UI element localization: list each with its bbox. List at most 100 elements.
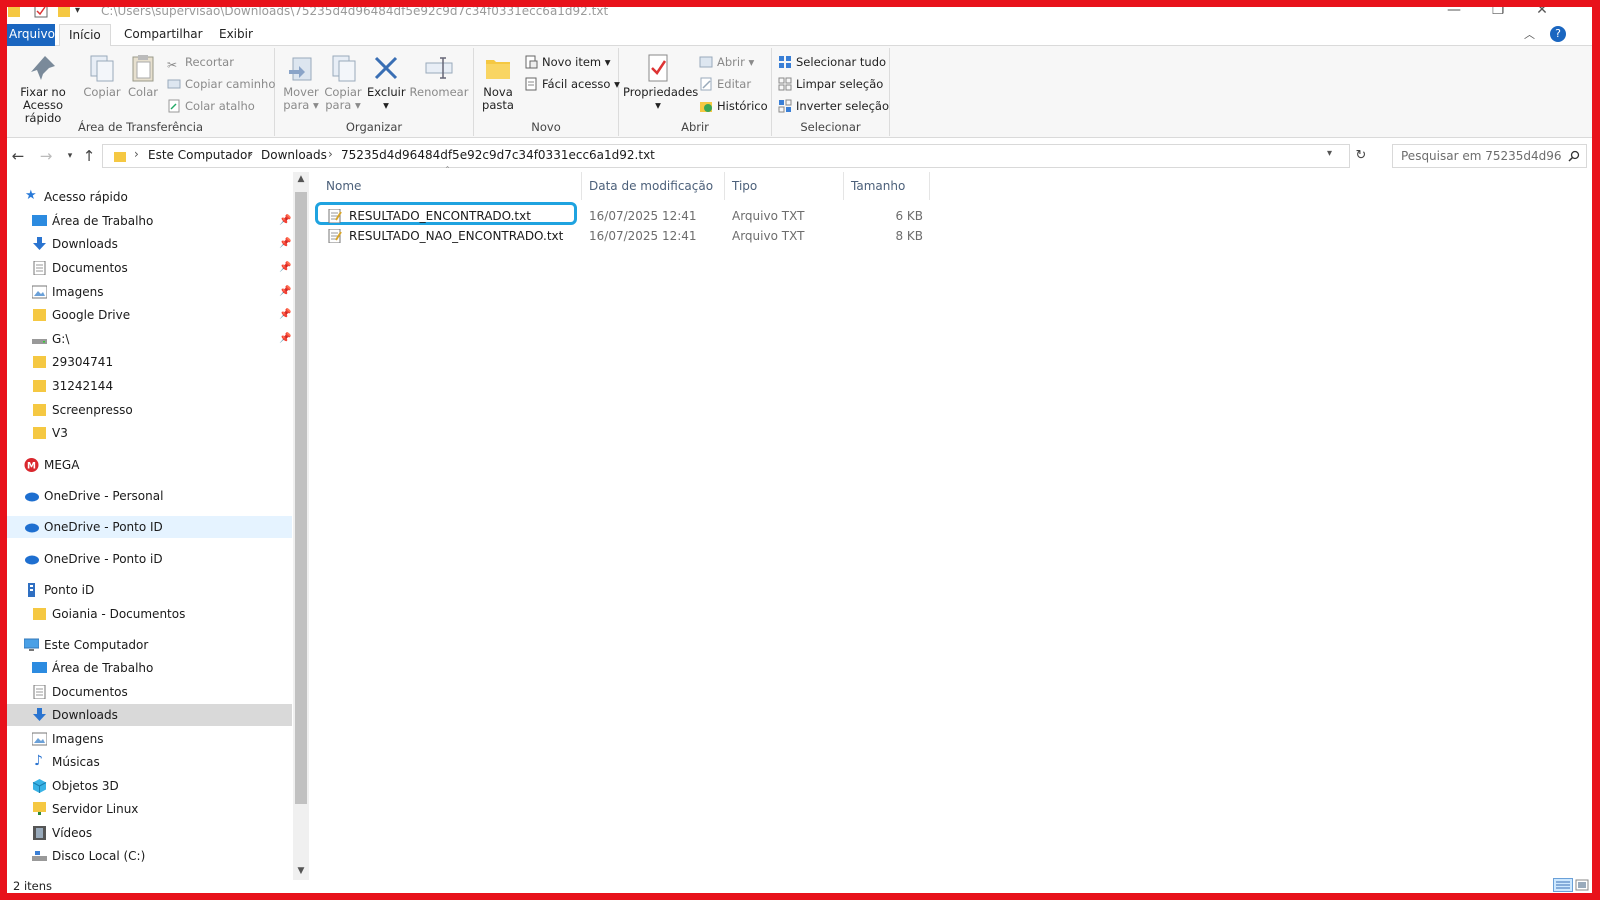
collapse-ribbon-icon[interactable]: ︿ xyxy=(1524,26,1535,42)
nav-item-goiania-documentos[interactable]: Goiania - Documentos xyxy=(7,603,292,625)
copy-path-button[interactable]: Copiar caminho xyxy=(167,74,275,94)
new-folder-icon[interactable] xyxy=(57,4,71,18)
pin-icon[interactable]: 📌 xyxy=(279,233,291,255)
ribbon: Fixar no Acesso rápido Copiar Colar ✂ Rec… xyxy=(7,46,1592,138)
search-input[interactable]: Pesquisar em 75235d4d9648... xyxy=(1392,144,1587,168)
breadcrumb-separator[interactable]: › xyxy=(328,147,333,161)
nav-item-drive-g[interactable]: G:\ 📌 xyxy=(7,328,292,350)
nav-item-screenpresso[interactable]: Screenpresso xyxy=(7,399,292,421)
tab-compartilhar[interactable]: Compartilhar xyxy=(115,24,212,46)
copy-button[interactable]: Copiar xyxy=(83,52,121,99)
pin-icon[interactable]: 📌 xyxy=(279,328,291,350)
nav-item-videos[interactable]: Vídeos xyxy=(7,822,292,844)
history-button[interactable]: Histórico xyxy=(699,96,768,116)
file-list: ˆ Nome Data de modificação Tipo Tamanho … xyxy=(315,166,1590,872)
nav-item-onedrive-personal[interactable]: OneDrive - Personal xyxy=(7,485,292,507)
breadcrumb-downloads[interactable]: Downloads xyxy=(261,148,327,162)
new-folder-button[interactable]: Nova pasta xyxy=(478,52,518,112)
nav-item-mega[interactable]: M MEGA xyxy=(7,454,292,476)
maximize-button[interactable]: ❐ xyxy=(1483,2,1513,20)
breadcrumb-file[interactable]: 75235d4d96484df5e92c9d7c34f0331ecc6a1d92… xyxy=(341,148,655,162)
close-button[interactable]: ✕ xyxy=(1527,2,1557,20)
copy-to-button[interactable]: Copiar para ▾ xyxy=(323,52,363,112)
table-row[interactable]: RESULTADO_NAO_ENCONTRADO.txt 16/07/2025 … xyxy=(320,226,923,246)
nav-item-onedrive-ponto-id[interactable]: OneDrive - Ponto ID xyxy=(7,516,292,538)
paste-shortcut-button[interactable]: Colar atalho xyxy=(167,96,255,116)
pin-icon[interactable]: 📌 xyxy=(279,210,291,232)
nav-item-este-computador[interactable]: Este Computador xyxy=(7,634,292,656)
new-folder-label-2: pasta xyxy=(482,98,514,112)
scrollbar-thumb[interactable] xyxy=(295,192,307,804)
file-name[interactable]: RESULTADO_ENCONTRADO.txt xyxy=(349,206,531,226)
column-header-type[interactable]: Tipo xyxy=(726,172,844,200)
scroll-up-icon[interactable]: ▲ xyxy=(293,174,309,184)
open-button[interactable]: Abrir ▾ xyxy=(699,52,754,72)
nav-item-acesso-rapido[interactable]: ★ Acesso rápido xyxy=(7,186,292,208)
address-dropdown-icon[interactable]: ▾ xyxy=(1327,148,1332,159)
large-icons-view-icon[interactable] xyxy=(1575,878,1589,892)
address-bar[interactable]: › Este Computador › Downloads › 75235d4d… xyxy=(102,144,1350,168)
tab-arquivo[interactable]: Arquivo xyxy=(7,24,55,46)
pin-icon[interactable]: 📌 xyxy=(279,257,291,279)
breadcrumb-este-computador[interactable]: Este Computador xyxy=(148,148,252,162)
pin-icon[interactable]: 📌 xyxy=(279,304,291,326)
nav-item-ponto-id[interactable]: Ponto iD xyxy=(7,579,292,601)
column-header-size[interactable]: Tamanho xyxy=(845,172,930,200)
nav-item-imagens[interactable]: Imagens 📌 xyxy=(7,281,292,303)
delete-button[interactable]: Excluir ▾ xyxy=(367,52,406,112)
cut-button[interactable]: ✂ Recortar xyxy=(167,52,234,72)
nav-item-google-drive[interactable]: Google Drive 📌 xyxy=(7,304,292,326)
table-row[interactable]: RESULTADO_ENCONTRADO.txt 16/07/2025 12:4… xyxy=(315,202,923,226)
back-icon[interactable]: ← xyxy=(9,147,27,165)
paste-button[interactable]: Colar xyxy=(125,52,161,99)
select-none-button[interactable]: Limpar seleção xyxy=(778,74,883,94)
nav-item-imagens-pc[interactable]: Imagens xyxy=(7,728,292,750)
pin-icon[interactable]: 📌 xyxy=(279,281,291,303)
nav-item-objetos-3d[interactable]: Objetos 3D xyxy=(7,775,292,797)
scroll-down-icon[interactable]: ▼ xyxy=(293,866,309,876)
tab-exibir[interactable]: Exibir xyxy=(210,24,262,46)
nav-item-downloads[interactable]: Downloads 📌 xyxy=(7,233,292,255)
column-header-name[interactable]: Nome xyxy=(320,172,582,200)
refresh-icon[interactable]: ↻ xyxy=(1352,147,1370,165)
new-item-button[interactable]: Novo item ▾ xyxy=(524,52,611,72)
file-name[interactable]: RESULTADO_NAO_ENCONTRADO.txt xyxy=(349,226,563,246)
tab-inicio[interactable]: Início xyxy=(59,24,111,47)
file-modified: 16/07/2025 12:41 xyxy=(589,209,697,223)
column-header-modified[interactable]: Data de modificação xyxy=(583,172,725,200)
invert-selection-button[interactable]: Inverter seleção xyxy=(778,96,889,116)
breadcrumb-separator[interactable]: › xyxy=(134,147,139,161)
nav-item-servidor-linux[interactable]: Servidor Linux xyxy=(7,798,292,820)
cloud-icon xyxy=(25,492,39,502)
properties-button[interactable]: Propriedades ▾ xyxy=(623,52,698,112)
easy-access-button[interactable]: Fácil acesso ▾ xyxy=(524,74,620,94)
pin-quick-access-button[interactable]: Fixar no Acesso rápido xyxy=(7,52,79,125)
move-to-button[interactable]: Mover para ▾ xyxy=(281,52,321,112)
nav-item-area-de-trabalho-pc[interactable]: Área de Trabalho xyxy=(7,657,292,679)
customize-toolbar-icon[interactable]: ▾ xyxy=(75,4,89,18)
help-icon[interactable]: ? xyxy=(1550,26,1566,42)
nav-item-musicas[interactable]: ♪ Músicas xyxy=(7,751,292,773)
minimize-button[interactable]: — xyxy=(1439,2,1469,20)
breadcrumb-separator[interactable]: › xyxy=(248,147,253,161)
nav-item-downloads-pc[interactable]: Downloads xyxy=(7,704,292,726)
forward-icon[interactable]: → xyxy=(37,147,55,165)
nav-item-documentos-pc[interactable]: Documentos xyxy=(7,681,292,703)
nav-item-area-de-trabalho[interactable]: Área de Trabalho 📌 xyxy=(7,210,292,232)
rename-button[interactable]: Renomear xyxy=(409,52,469,99)
recent-locations-icon[interactable]: ▾ xyxy=(61,147,79,165)
nav-pane-scrollbar[interactable]: ▲ ▼ xyxy=(293,172,309,880)
up-icon[interactable]: ↑ xyxy=(80,147,98,165)
nav-item-disco-local-c[interactable]: Disco Local (C:) xyxy=(7,845,292,867)
desktop-icon xyxy=(32,662,47,673)
nav-item-31242144[interactable]: 31242144 xyxy=(7,375,292,397)
select-all-button[interactable]: Selecionar tudo xyxy=(778,52,886,72)
nav-item-v3[interactable]: V3 xyxy=(7,422,292,444)
nav-item-29304741[interactable]: 29304741 xyxy=(7,351,292,373)
properties-icon[interactable] xyxy=(34,4,48,18)
details-view-icon[interactable] xyxy=(1553,878,1573,892)
nav-item-documentos[interactable]: Documentos 📌 xyxy=(7,257,292,279)
edit-button[interactable]: Editar xyxy=(699,74,751,94)
nav-item-onedrive-ponto-id-2[interactable]: OneDrive - Ponto iD xyxy=(7,548,292,570)
folder-icon xyxy=(33,380,46,392)
